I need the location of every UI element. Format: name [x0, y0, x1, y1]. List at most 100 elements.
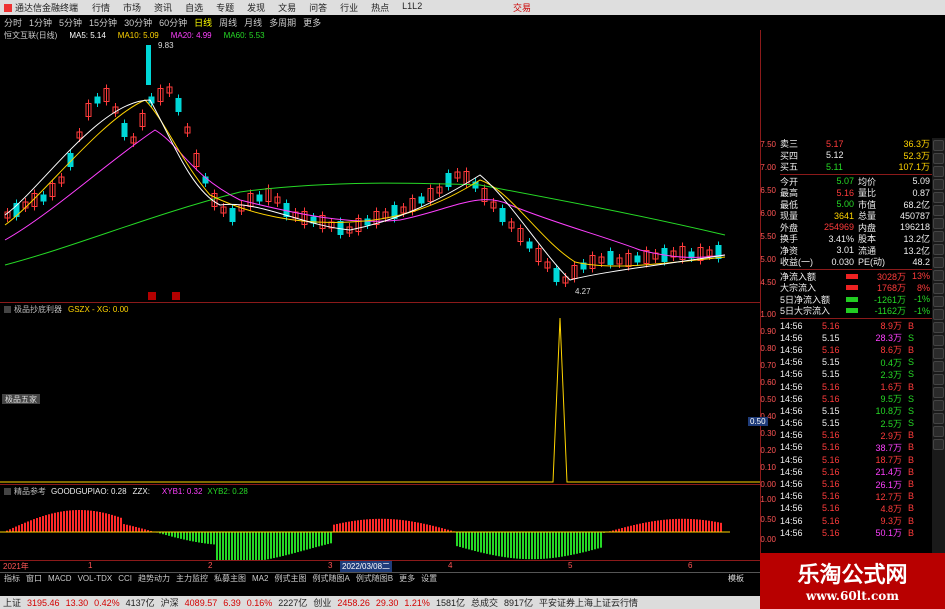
order-price: 5.12: [826, 150, 844, 161]
histogram-bar: [696, 519, 698, 532]
tool-icon[interactable]: [933, 257, 944, 268]
histogram-bar: [570, 532, 572, 556]
period-tab[interactable]: 分时: [4, 16, 22, 29]
stat-value: 0.030: [831, 256, 854, 267]
period-tab[interactable]: 30分钟: [124, 16, 152, 29]
menu-item[interactable]: 市场: [123, 1, 141, 14]
tool-icon[interactable]: [933, 322, 944, 333]
sub1-formula: GSZX - XG: 0.00: [68, 305, 129, 314]
histogram-bar: [111, 514, 113, 532]
menu-item[interactable]: L1L2: [402, 1, 422, 14]
period-tab[interactable]: 日线: [194, 16, 212, 29]
histogram-bar: [672, 519, 674, 532]
histogram-bar: [78, 510, 80, 532]
tool-icon[interactable]: [933, 309, 944, 320]
tool-icon[interactable]: [933, 192, 944, 203]
date-tick: 2: [208, 561, 213, 570]
tool-icon[interactable]: [933, 296, 944, 307]
menu-item[interactable]: 资讯: [154, 1, 172, 14]
indicator-tab[interactable]: 例式随图A: [312, 573, 349, 584]
period-tab[interactable]: 多周期: [269, 16, 296, 29]
template-button[interactable]: 模板: [728, 573, 744, 584]
tick-price: 5.16: [822, 430, 840, 441]
period-tab[interactable]: 1分钟: [29, 16, 52, 29]
candlestick-chart[interactable]: 9.83 4.27: [0, 40, 760, 302]
tool-icon[interactable]: [933, 426, 944, 437]
histogram-bar: [279, 532, 281, 557]
indicator-tab[interactable]: 例式随图B: [356, 573, 393, 584]
menu-item[interactable]: 文易: [278, 1, 296, 14]
period-tab[interactable]: 15分钟: [89, 16, 117, 29]
histogram-bar: [234, 532, 236, 561]
menu-item[interactable]: 行业: [340, 1, 358, 14]
menu-item[interactable]: 问答: [309, 1, 327, 14]
indicator-tab[interactable]: 趋势动力: [138, 573, 170, 584]
status-item: 6.39: [223, 597, 241, 608]
indicator-tab[interactable]: 更多: [399, 573, 415, 584]
indicator-tab[interactable]: 指标: [4, 573, 20, 584]
tool-icon[interactable]: [933, 413, 944, 424]
tick-time: 14:56: [780, 405, 803, 416]
menu-item[interactable]: 发现: [247, 1, 265, 14]
trade-button[interactable]: 交易: [513, 1, 531, 14]
period-tab[interactable]: 月线: [244, 16, 262, 29]
tool-icon[interactable]: [933, 231, 944, 242]
histogram-bar: [216, 532, 218, 561]
tool-icon[interactable]: [933, 374, 944, 385]
period-tab[interactable]: 周线: [219, 16, 237, 29]
tool-icon[interactable]: [933, 179, 944, 190]
stat-value: 0.87: [912, 187, 930, 198]
order-label: 买五: [780, 162, 799, 173]
stat-value: 5.16: [836, 187, 854, 198]
tool-icon[interactable]: [933, 218, 944, 229]
histogram-bar: [213, 532, 215, 545]
stat-row: 收益(一) 0.030 PE(动) 48.2: [780, 256, 932, 268]
tool-icon[interactable]: [933, 439, 944, 450]
tool-icon[interactable]: [933, 244, 944, 255]
tool-icon[interactable]: [933, 205, 944, 216]
histogram-bar: [660, 520, 662, 532]
histogram-bar: [390, 519, 392, 532]
tool-icon[interactable]: [933, 387, 944, 398]
tick-price: 5.15: [822, 418, 840, 429]
indicator-tab[interactable]: 设置: [421, 573, 437, 584]
menu-item[interactable]: 专题: [216, 1, 234, 14]
indicator-tab[interactable]: 主力监控: [176, 573, 208, 584]
menu-item[interactable]: 自选: [185, 1, 203, 14]
indicator-tab[interactable]: 例式主图: [274, 573, 306, 584]
histogram-bar: [705, 520, 707, 532]
tick-volume: 28.3万: [875, 333, 902, 344]
histogram-bar: [624, 527, 626, 532]
watermark: 乐淘公式网 www.60lt.com: [760, 553, 945, 609]
histogram-bar: [261, 532, 263, 561]
indicator-tab[interactable]: VOL-TDX: [78, 574, 113, 583]
menu-item[interactable]: 热点: [371, 1, 389, 14]
tool-icon[interactable]: [933, 166, 944, 177]
indicator-tab[interactable]: MACD: [48, 574, 72, 583]
tool-icon[interactable]: [933, 335, 944, 346]
indicator-tab[interactable]: 窗口: [26, 573, 42, 584]
status-item: 4089.57: [184, 597, 218, 608]
tool-icon[interactable]: [933, 361, 944, 372]
tick-direction: B: [907, 454, 914, 465]
period-tab[interactable]: 5分钟: [59, 16, 82, 29]
flow-percent: -1%: [913, 294, 930, 305]
tick-volume: 2.3万: [880, 369, 902, 380]
tool-icon[interactable]: [933, 270, 944, 281]
tool-icon[interactable]: [933, 140, 944, 151]
menu-item[interactable]: 行情: [92, 1, 110, 14]
period-tab[interactable]: 60分钟: [159, 16, 187, 29]
histogram-bar: [459, 532, 461, 547]
price-tick: 6.00: [760, 209, 776, 218]
tool-icon[interactable]: [933, 283, 944, 294]
indicator-tab[interactable]: CCI: [118, 574, 132, 583]
tool-icon[interactable]: [933, 153, 944, 164]
indicator-tab[interactable]: 私募主图: [214, 573, 246, 584]
flow-percent: 8%: [916, 282, 930, 293]
period-tab[interactable]: 更多: [303, 16, 321, 29]
tool-icon[interactable]: [933, 348, 944, 359]
histogram-bar: [69, 510, 71, 532]
date-tick: 3: [328, 561, 333, 570]
indicator-tab[interactable]: MA2: [252, 574, 268, 583]
tool-icon[interactable]: [933, 400, 944, 411]
